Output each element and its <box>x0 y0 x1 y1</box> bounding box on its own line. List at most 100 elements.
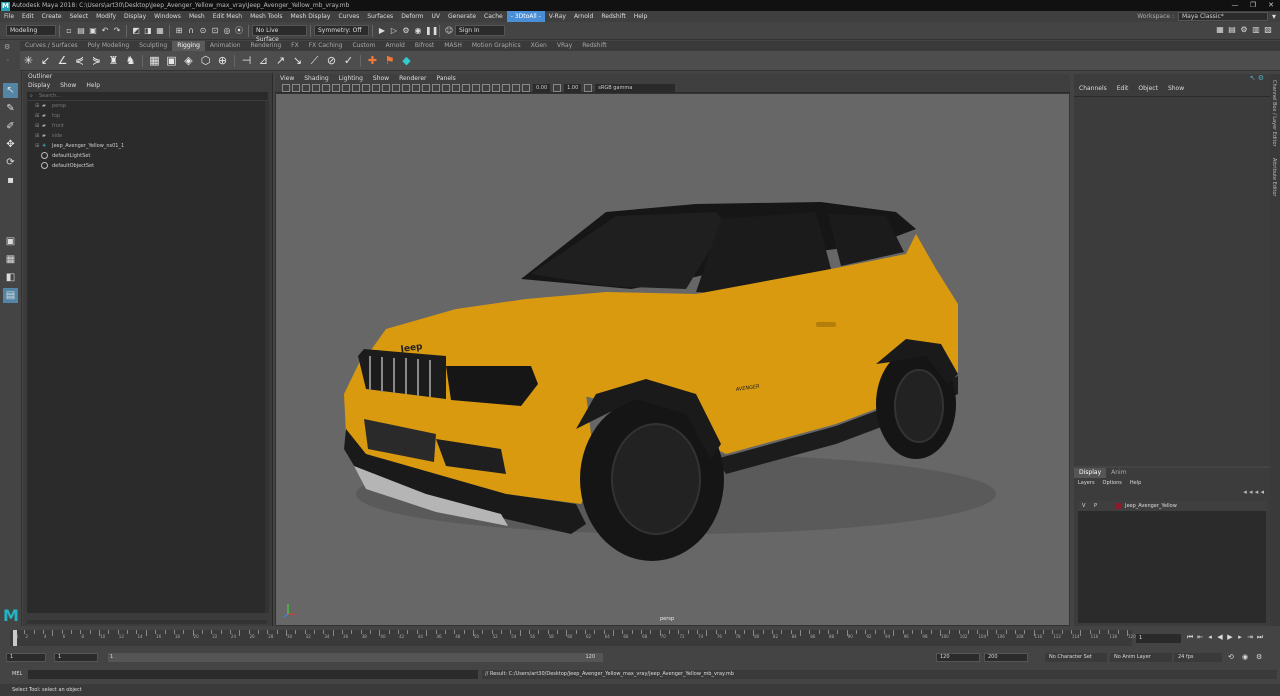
select-camera-icon[interactable] <box>282 83 290 92</box>
expand-toggle-icon[interactable]: ⊞ <box>35 101 39 111</box>
scale-constraint-icon[interactable]: ↘ <box>291 54 304 67</box>
layer-menu-options[interactable]: Options <box>1099 478 1126 488</box>
menu-mesh-tools[interactable]: Mesh Tools <box>246 11 286 22</box>
play-backward-icon[interactable]: ◀ <box>1215 633 1225 642</box>
vray-icon[interactable]: ◆ <box>400 54 413 67</box>
animation-start-field[interactable]: 1 <box>6 653 46 662</box>
cluster-icon[interactable]: ⬡ <box>199 54 212 67</box>
shelf-tab-custom[interactable]: Custom <box>347 41 380 51</box>
menu-create[interactable]: Create <box>38 11 66 22</box>
use-lights-icon[interactable] <box>432 83 440 92</box>
shelf-tab-sculpting[interactable]: Sculpting <box>134 41 172 51</box>
channel-menu-show[interactable]: Show <box>1163 84 1189 94</box>
tool-settings-toggle-icon[interactable]: ⚙ <box>1239 25 1249 35</box>
scale-tool-icon[interactable]: ▪ <box>3 173 18 188</box>
expand-toggle-icon[interactable]: ⊞ <box>35 141 39 151</box>
new-layer-selected-icon[interactable]: ◂ <box>1260 488 1264 496</box>
command-language-label[interactable]: MEL <box>12 668 22 680</box>
channel-box-layer-editor-tab[interactable]: Channel Box / Layer Editor <box>1271 80 1277 147</box>
outliner-item[interactable]: defaultObjectSet <box>27 161 268 171</box>
outliner-vertical-scrollbar[interactable] <box>265 101 269 613</box>
shelf-tab-rigging[interactable]: Rigging <box>172 41 205 51</box>
parent-constraint-icon[interactable]: ⟋ <box>308 54 321 67</box>
locator-icon[interactable]: ✚ <box>366 54 379 67</box>
animation-preferences-icon[interactable]: ⚙ <box>1256 653 1262 661</box>
channel-menu-edit[interactable]: Edit <box>1112 84 1134 94</box>
panel-layout-icon[interactable]: ▦ <box>1215 25 1225 35</box>
select-object-icon[interactable]: ◨ <box>143 26 153 36</box>
select-tool-icon[interactable]: ↖ <box>3 83 18 98</box>
grid-toggle-icon[interactable] <box>322 83 330 92</box>
snap-grid-icon[interactable]: ⊞ <box>174 26 184 36</box>
film-gate-icon[interactable] <box>332 83 340 92</box>
playback-range-bar[interactable]: 1 120 <box>108 653 603 662</box>
user-icon[interactable]: ☺ <box>444 26 454 36</box>
persp-outliner-layout-icon[interactable]: ◧ <box>3 270 18 285</box>
go-to-end-icon[interactable]: ⏭ <box>1255 633 1265 642</box>
shelf-tab-vray[interactable]: VRay <box>552 41 577 51</box>
layer-tab-display[interactable]: Display <box>1074 468 1107 478</box>
exposure-icon[interactable] <box>522 83 530 92</box>
menu-windows[interactable]: Windows <box>150 11 185 22</box>
hik-skeleton-icon[interactable]: ♜ <box>107 54 120 67</box>
fps-dropdown[interactable]: 24 fps <box>1174 653 1222 662</box>
menu-3dtoall[interactable]: - 3DtoAll - <box>506 11 545 22</box>
layer-menu-layers[interactable]: Layers <box>1074 478 1099 488</box>
channel-menu-channels[interactable]: Channels <box>1074 84 1112 94</box>
viewport-menu-lighting[interactable]: Lighting <box>334 74 368 83</box>
four-view-layout-icon[interactable]: ▦ <box>3 252 18 267</box>
expand-toggle-icon[interactable]: ⊞ <box>35 121 39 131</box>
view-transform-dropdown[interactable]: sRGB gamma <box>595 83 676 92</box>
outliner-layout-icon[interactable]: ▤ <box>3 288 18 303</box>
viewport-scene[interactable]: Jeep AVENGER persp <box>276 94 1069 625</box>
menu-mesh[interactable]: Mesh <box>185 11 209 22</box>
joint-tool-icon[interactable]: ✳ <box>22 54 35 67</box>
new-layer-icon[interactable]: ◂ <box>1255 488 1259 496</box>
menu-select[interactable]: Select <box>66 11 93 22</box>
menu-deform[interactable]: Deform <box>397 11 427 22</box>
menu-uv[interactable]: UV <box>428 11 445 22</box>
rotate-tool-icon[interactable]: ⟳ <box>3 155 18 170</box>
viewport-menu-show[interactable]: Show <box>368 74 394 83</box>
image-plane-icon[interactable] <box>312 83 320 92</box>
pause-icon[interactable]: ❚❚ <box>425 26 438 36</box>
minimize-button[interactable]: — <box>1226 0 1244 11</box>
gate-mask-icon[interactable] <box>352 83 360 92</box>
viewport-menu-panels[interactable]: Panels <box>431 74 460 83</box>
ipr-render-icon[interactable]: ▷ <box>389 26 399 36</box>
menu-curves[interactable]: Curves <box>334 11 363 22</box>
sign-in-button[interactable]: Sign In <box>455 25 505 36</box>
shelf-menu-icon[interactable]: ⚙ <box>4 43 10 51</box>
smooth-shade-icon[interactable] <box>402 83 410 92</box>
outliner-item[interactable]: ⊞ ▰ side <box>27 131 268 141</box>
layer-tab-anim[interactable]: Anim <box>1106 468 1131 478</box>
close-button[interactable]: ✕ <box>1262 0 1280 11</box>
live-surface-field[interactable]: No Live Surface <box>252 25 307 43</box>
expand-toggle-icon[interactable]: ⊞ <box>35 131 39 141</box>
viewport-menu-shading[interactable]: Shading <box>299 74 333 83</box>
aim-constraint-icon[interactable]: ⊿ <box>257 54 270 67</box>
shelf-tab-mash[interactable]: MASH <box>439 41 467 51</box>
render-settings-icon[interactable]: ⚙ <box>401 26 411 36</box>
wrap-icon[interactable]: ⊕ <box>216 54 229 67</box>
outliner-item[interactable]: ⊞ ✳ Jeep_Avenger_Yellow_ns01_1 <box>27 141 268 151</box>
anti-alias-icon[interactable] <box>472 83 480 92</box>
layer-visibility-toggle[interactable]: V <box>1082 501 1085 511</box>
snap-point-icon[interactable]: ⊙ <box>198 26 208 36</box>
resolution-gate-icon[interactable] <box>342 83 350 92</box>
motion-blur-icon[interactable] <box>462 83 470 92</box>
open-scene-icon[interactable]: ▤ <box>76 26 86 36</box>
menu-arnold[interactable]: Arnold <box>570 11 597 22</box>
shelf-tab-animation[interactable]: Animation <box>205 41 246 51</box>
bookmarks-icon[interactable] <box>302 83 310 92</box>
xray-components-icon[interactable] <box>512 83 520 92</box>
shelf-tab-fx[interactable]: FX <box>286 41 304 51</box>
step-forward-key-icon[interactable]: ⇥ <box>1245 633 1255 642</box>
point-constraint-icon[interactable]: ⊣ <box>240 54 253 67</box>
lattice-icon[interactable]: ◈ <box>182 54 195 67</box>
shelf-tab-curves-surfaces[interactable]: Curves / Surfaces <box>20 41 83 51</box>
color-management-icon[interactable] <box>584 83 593 92</box>
outliner-menu-show[interactable]: Show <box>55 81 81 91</box>
snap-surface-icon[interactable]: ◎ <box>222 26 232 36</box>
menu-v-ray[interactable]: V-Ray <box>545 11 570 22</box>
